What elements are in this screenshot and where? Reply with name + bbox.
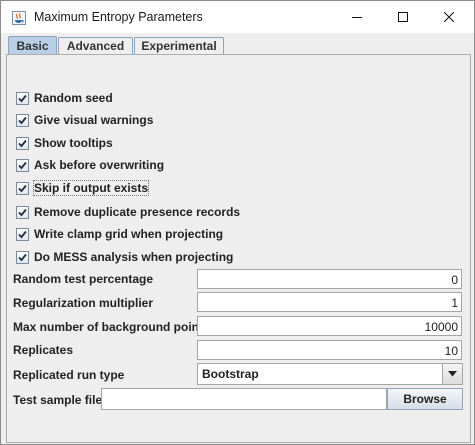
dialog-window: Maximum Entropy Parameters Basic Advance… [0,0,475,445]
checkbox-label: Give visual warnings [34,113,154,127]
browse-button[interactable]: Browse [387,388,463,410]
java-app-icon [12,11,26,25]
title-bar[interactable]: Maximum Entropy Parameters [1,1,474,33]
tab-advanced[interactable]: Advanced [58,37,133,55]
replicated-run-type-label: Replicated run type [13,368,125,382]
checkbox-label: Random seed [34,91,113,105]
maximize-button[interactable] [380,1,426,33]
minimize-icon [352,17,362,18]
replicated-run-type-select[interactable]: Bootstrap [197,363,463,385]
random-test-percentage-label: Random test percentage [13,272,154,286]
window-title: Maximum Entropy Parameters [34,10,203,24]
max-background-points-label: Max number of background points [13,320,210,334]
checkbox-checked-icon[interactable] [16,250,29,264]
regularization-multiplier-label: Regularization multiplier [13,296,154,310]
checkbox-label: Write clamp grid when projecting [34,227,224,241]
test-sample-file-input[interactable] [101,388,387,410]
checkbox-checked-icon[interactable] [16,136,29,150]
tab-basic[interactable]: Basic [8,36,57,56]
checkbox-label: Ask before overwriting [34,158,165,172]
replicated-run-type-value: Bootstrap [202,367,259,381]
dropdown-arrow-icon[interactable] [442,364,462,384]
checkbox-label: Remove duplicate presence records [34,205,241,219]
checkbox-remove-duplicate-presence-records[interactable]: Remove duplicate presence records [16,204,240,220]
minimize-button[interactable] [334,1,380,33]
close-button[interactable] [426,1,472,33]
checkbox-do-mess-analysis[interactable]: Do MESS analysis when projecting [16,249,233,265]
checkbox-checked-icon[interactable] [16,113,29,127]
regularization-multiplier-input[interactable]: 1 [197,292,462,312]
random-test-percentage-input[interactable]: 0 [197,269,462,289]
max-background-points-input[interactable]: 10000 [197,316,462,336]
checkbox-checked-icon[interactable] [16,227,29,241]
checkbox-random-seed[interactable]: Random seed [16,90,113,106]
tab-experimental[interactable]: Experimental [134,37,224,55]
checkbox-checked-icon[interactable] [16,181,29,195]
close-icon [444,12,454,22]
checkbox-label: Show tooltips [34,136,113,150]
checkbox-checked-icon[interactable] [16,158,29,172]
checkbox-write-clamp-grid[interactable]: Write clamp grid when projecting [16,226,223,242]
checkbox-skip-if-output-exists[interactable]: Skip if output exists [16,180,150,196]
maximize-icon [398,12,408,22]
checkbox-checked-icon[interactable] [16,205,29,219]
replicates-input[interactable]: 10 [197,340,462,360]
replicates-label: Replicates [13,343,74,357]
checkbox-checked-icon[interactable] [16,91,29,105]
checkbox-label: Skip if output exists [32,180,150,196]
checkbox-label: Do MESS analysis when projecting [34,250,234,264]
checkbox-ask-before-overwriting[interactable]: Ask before overwriting [16,157,164,173]
checkbox-give-visual-warnings[interactable]: Give visual warnings [16,112,153,128]
checkbox-show-tooltips[interactable]: Show tooltips [16,135,113,151]
test-sample-file-label: Test sample file [13,393,103,407]
dialog-content: Basic Advanced Experimental Random seed … [1,33,474,444]
